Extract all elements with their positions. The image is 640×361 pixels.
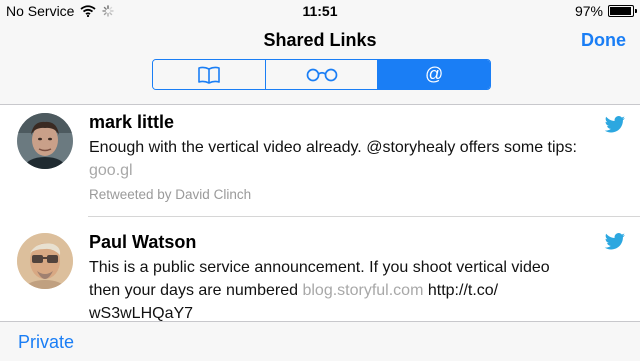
tweet-text: This is a public service announcement. I… bbox=[89, 256, 626, 321]
status-bar: No Service 11:51 97% bbox=[0, 0, 640, 24]
glasses-icon bbox=[306, 68, 337, 81]
tweet-link[interactable]: blog.storyful.com bbox=[302, 282, 423, 299]
tweet-body-line-2: then your days are numbered bbox=[89, 282, 299, 299]
battery-level-fill bbox=[610, 7, 632, 15]
book-icon bbox=[198, 66, 220, 84]
status-right: 97% bbox=[574, 3, 637, 19]
tab-bookmarks[interactable] bbox=[153, 60, 266, 89]
tweet-body: Enough with the vertical video already. … bbox=[89, 139, 577, 156]
avatar bbox=[17, 233, 73, 289]
tweet-body-line-1: This is a public service announcement. I… bbox=[89, 259, 550, 276]
battery-icon bbox=[608, 5, 637, 17]
tab-reading-list[interactable] bbox=[265, 60, 379, 89]
page-title: Shared Links bbox=[263, 30, 377, 50]
navigation-bar: Shared Links Done @ bbox=[0, 24, 640, 105]
avatar bbox=[17, 113, 73, 169]
tweet-text: Enough with the vertical video already. … bbox=[89, 136, 626, 182]
list-item[interactable]: Paul Watson This is a public service ann… bbox=[0, 216, 640, 321]
shared-links-list[interactable]: mark little Enough with the vertical vid… bbox=[0, 105, 640, 321]
twitter-bird-icon bbox=[604, 233, 625, 250]
retweeted-by: Retweeted by David Clinch bbox=[89, 187, 252, 202]
tweet-link[interactable]: goo.gl bbox=[89, 162, 133, 179]
done-button[interactable]: Done bbox=[581, 30, 626, 51]
tweet-author: Paul Watson bbox=[89, 232, 197, 252]
list-item[interactable]: mark little Enough with the vertical vid… bbox=[0, 105, 640, 216]
private-button[interactable]: Private bbox=[18, 332, 74, 353]
segmented-control: @ bbox=[152, 59, 491, 90]
tweet-url[interactable]: http://t.co/ bbox=[428, 282, 498, 299]
twitter-bird-icon bbox=[604, 116, 625, 133]
tweet-url-end[interactable]: wS3wLHQaY7 bbox=[89, 305, 193, 321]
status-time: 11:51 bbox=[302, 3, 338, 19]
bottom-toolbar: Private bbox=[0, 321, 640, 361]
at-sign-label: @ bbox=[425, 64, 444, 84]
tweet-author: mark little bbox=[89, 112, 175, 132]
tab-shared-links[interactable]: @ bbox=[378, 60, 490, 89]
battery-percent: 97% bbox=[574, 3, 603, 19]
